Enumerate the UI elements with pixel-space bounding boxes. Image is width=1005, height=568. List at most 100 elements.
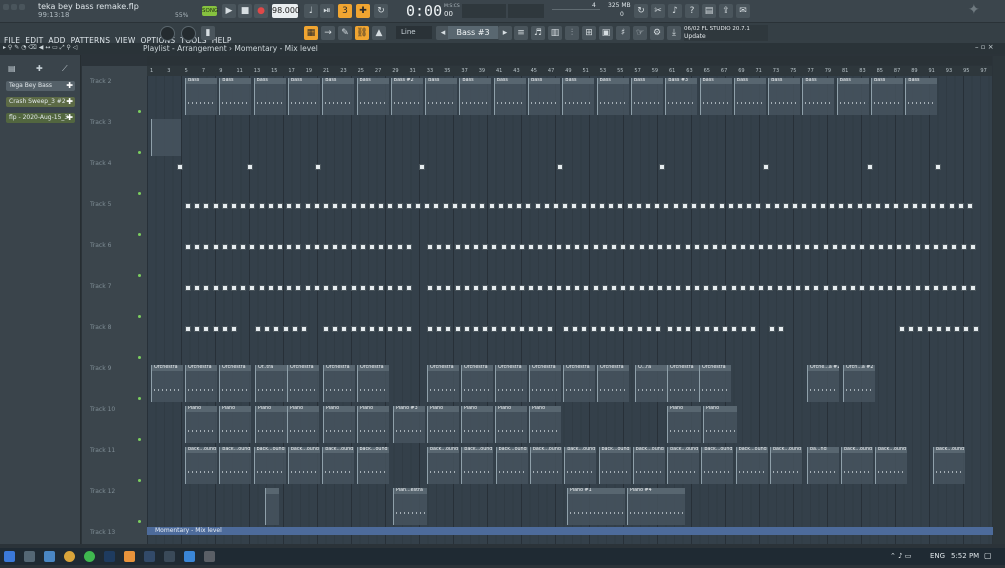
step-block[interactable] [463,285,470,291]
step-block[interactable] [341,203,348,209]
step-block[interactable] [415,203,421,209]
step-block[interactable] [764,203,771,209]
pattern-clip[interactable]: Orchestra [151,365,183,402]
step-block[interactable] [739,285,746,291]
step-block[interactable] [436,244,443,250]
pattern-clip[interactable]: Orchestra [529,365,561,402]
step-block[interactable] [721,285,728,291]
step-block[interactable] [921,203,927,209]
app4-icon[interactable] [204,551,215,562]
picker-item[interactable]: Crash Sweep_3 #2 ✚ [6,97,75,107]
step-block[interactable] [887,285,893,291]
task-view-icon[interactable] [24,551,35,562]
pattern-clip[interactable]: Bass [562,78,595,115]
pattern-clip[interactable]: Bass [493,78,526,115]
refresh-icon[interactable]: ↻ [634,4,648,18]
step-block[interactable] [442,203,449,209]
step-block[interactable] [712,285,719,291]
step-block[interactable] [850,244,857,250]
step-block[interactable] [847,203,854,209]
step-block[interactable] [611,285,617,291]
step-block[interactable] [378,203,385,209]
pattern-clip[interactable]: Orchestra [427,365,459,402]
step-block[interactable] [491,326,498,332]
track-header[interactable]: Track 2 [82,76,147,117]
step-block[interactable] [592,244,599,250]
step-block[interactable] [737,203,743,209]
step-block[interactable] [868,285,875,291]
step-block[interactable] [865,203,872,209]
pattern-clip[interactable]: Orchestra [461,365,493,402]
step-block[interactable] [565,244,571,250]
step-block[interactable] [286,203,293,209]
step-block[interactable] [618,326,625,332]
step-block[interactable] [905,244,912,250]
pattern-clip[interactable]: back...ound [701,447,734,484]
step-block[interactable] [427,244,433,250]
step-block[interactable] [212,203,219,209]
step-block[interactable] [911,203,918,209]
step-block[interactable] [359,244,366,250]
track-header[interactable]: Track 5 [82,199,147,240]
step-block[interactable] [463,326,470,332]
step-block[interactable] [519,244,525,250]
step-block[interactable] [451,203,458,209]
step-block[interactable] [769,326,775,332]
step-block[interactable] [203,203,210,209]
step-block[interactable] [684,285,691,291]
step-block[interactable] [951,244,958,250]
step-block[interactable] [813,285,820,291]
step-block[interactable] [332,285,339,291]
master-volume-knob[interactable] [160,26,175,41]
pattern-clip[interactable]: Bass [219,78,252,115]
step-block[interactable] [249,244,256,250]
mixer-icon[interactable]: ⫶ [565,26,579,40]
chrome-icon[interactable] [64,551,75,562]
pattern-clip[interactable]: Piano [287,406,319,443]
step-block[interactable] [500,285,507,291]
step-block[interactable] [583,244,590,250]
step-block[interactable] [519,285,525,291]
countdown-icon[interactable]: 3 [338,4,352,18]
step-block[interactable] [638,244,645,250]
pattern-clip[interactable]: back...ound [632,447,665,484]
step-block[interactable] [969,244,976,250]
step-block[interactable] [749,285,755,291]
metronome-icon[interactable]: ♩ [304,4,318,18]
step-block[interactable] [424,203,431,209]
step-block[interactable] [902,203,909,209]
pattern-clip[interactable]: Orch...a #2 [843,365,875,402]
step-block[interactable] [185,326,191,332]
step-block[interactable] [255,326,261,332]
add-icon[interactable]: ✚ [66,113,73,123]
step-block[interactable] [555,285,562,291]
chat-icon[interactable]: ✉ [736,4,750,18]
step-block[interactable] [436,326,443,332]
step-block[interactable] [657,244,663,250]
pattern-clip[interactable]: Piano [529,406,561,443]
help-icon[interactable]: ? [685,4,699,18]
pattern-clip[interactable]: Piano [255,406,287,443]
step-block[interactable] [933,285,939,291]
step-block[interactable] [369,203,375,209]
tuner-icon[interactable]: ♯ [616,26,630,40]
track-header[interactable]: Track 7 [82,281,147,322]
step-block[interactable] [617,203,624,209]
windows-start-icon[interactable] [4,551,15,562]
step-block[interactable] [277,203,283,209]
step-block[interactable] [776,244,783,250]
step-block[interactable] [819,203,826,209]
pattern-clip[interactable]: Piano #4 [627,488,685,525]
step-block[interactable] [877,244,884,250]
step-block[interactable] [948,203,955,209]
pattern-clip[interactable]: back...ound [427,447,459,484]
step-block[interactable] [676,326,683,332]
step-block[interactable] [703,285,709,291]
step-block[interactable] [350,326,357,332]
pattern-clip[interactable]: Piano [219,406,251,443]
step-block[interactable] [332,244,339,250]
track-header[interactable]: Track 11 [82,445,147,486]
step-block[interactable] [473,285,479,291]
step-block[interactable] [323,244,329,250]
step-block[interactable] [240,203,247,209]
